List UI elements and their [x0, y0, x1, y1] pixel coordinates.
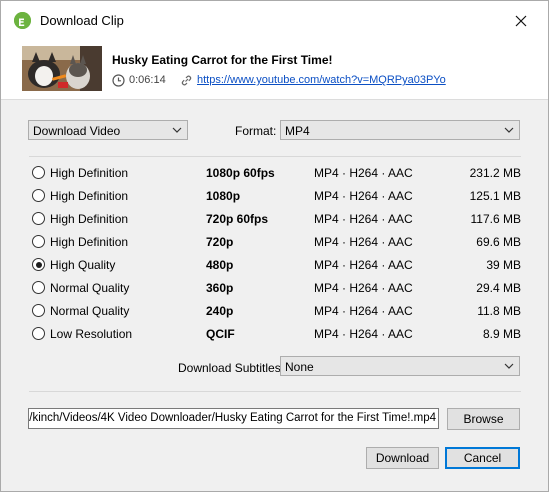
- subtitles-value: None: [285, 360, 314, 374]
- codec-info: MP4 · H264 · AAC: [314, 189, 413, 203]
- subtitles-label: Download Subtitles:: [178, 361, 285, 375]
- quality-option-row[interactable]: Low Resolution QCIF MP4 · H264 · AAC 8.9 MB: [29, 322, 523, 345]
- download-clip-dialog: Download Clip Husky Eating Carrot for th…: [0, 0, 549, 492]
- quality-name: High Definition: [50, 235, 129, 249]
- video-title: Husky Eating Carrot for the First Time!: [112, 53, 333, 67]
- close-icon: [515, 15, 527, 27]
- quality-radio[interactable]: [32, 258, 45, 271]
- codec-info: MP4 · H264 · AAC: [314, 304, 413, 318]
- codec-info: MP4 · H264 · AAC: [314, 258, 413, 272]
- quality-option-row[interactable]: Normal Quality 240p MP4 · H264 · AAC 11.8 M…: [29, 299, 523, 322]
- codec-info: MP4 · H264 · AAC: [314, 327, 413, 341]
- chevron-down-icon: [172, 127, 182, 133]
- app-logo-icon: [14, 12, 31, 29]
- file-size: 69.6 MB: [476, 235, 521, 249]
- codec-info: MP4 · H264 · AAC: [314, 166, 413, 180]
- quality-option-row[interactable]: Normal Quality 360p MP4 · H264 · AAC 29.4 M…: [29, 276, 523, 299]
- file-size: 8.9 MB: [482, 327, 521, 341]
- close-button[interactable]: [501, 7, 541, 35]
- chevron-down-icon: [504, 363, 514, 369]
- resolution: QCIF: [206, 327, 235, 341]
- quality-name: High Definition: [50, 189, 129, 203]
- quality-option-row[interactable]: High Definition 1080p MP4 · H264 · AAC 125.…: [29, 184, 523, 207]
- quality-option-row[interactable]: High Definition 1080p 60fps MP4 · H264 · A…: [29, 161, 523, 184]
- file-size: 39 MB: [486, 258, 521, 272]
- file-size: 11.8 MB: [477, 304, 521, 318]
- window-title: Download Clip: [40, 13, 124, 28]
- quality-radio[interactable]: [32, 304, 45, 317]
- video-url-link[interactable]: https://www.youtube.com/watch?v=MQRPya03…: [197, 74, 446, 86]
- quality-radio[interactable]: [32, 166, 45, 179]
- quality-name: Normal Quality: [50, 304, 130, 318]
- title-bar: Download Clip: [1, 1, 548, 41]
- resolution: 720p: [206, 235, 234, 249]
- resolution: 1080p 60fps: [206, 166, 275, 180]
- format-label: Format:: [235, 124, 277, 138]
- download-button[interactable]: Download: [366, 447, 439, 469]
- link-icon: [181, 75, 192, 86]
- quality-name: High Quality: [50, 258, 116, 272]
- quality-name: High Definition: [50, 212, 129, 226]
- download-mode-select[interactable]: Download Video: [28, 120, 188, 140]
- quality-option-row[interactable]: High Quality 480p MP4 · H264 · AAC 39 MB: [29, 253, 523, 276]
- quality-name: High Definition: [50, 166, 129, 180]
- chevron-down-icon: [504, 127, 514, 133]
- browse-button[interactable]: Browse: [447, 408, 520, 430]
- video-duration: 0:06:14: [129, 74, 166, 86]
- quality-name: Low Resolution: [50, 327, 133, 341]
- download-mode-value: Download Video: [33, 124, 121, 138]
- resolution: 240p: [206, 304, 234, 318]
- file-size: 117.6 MB: [470, 212, 521, 226]
- quality-option-row[interactable]: High Definition 720p 60fps MP4 · H264 · AA…: [29, 207, 523, 230]
- codec-info: MP4 · H264 · AAC: [314, 212, 413, 226]
- video-thumbnail: [22, 46, 102, 91]
- resolution: 720p 60fps: [206, 212, 269, 226]
- resolution: 480p: [206, 258, 234, 272]
- resolution: 1080p: [206, 189, 241, 203]
- quality-name: Normal Quality: [50, 281, 130, 295]
- quality-radio[interactable]: [32, 189, 45, 202]
- quality-option-row[interactable]: High Definition 720p MP4 · H264 · AAC 69.6 …: [29, 230, 523, 253]
- file-size: 125.1 MB: [469, 189, 521, 203]
- quality-radio[interactable]: [32, 327, 45, 340]
- format-select[interactable]: MP4: [280, 120, 520, 140]
- file-size: 29.4 MB: [476, 281, 521, 295]
- cancel-button[interactable]: Cancel: [445, 447, 520, 469]
- codec-info: MP4 · H264 · AAC: [314, 281, 413, 295]
- save-path-value: C:/Users/kinch/Videos/4K Video Downloade…: [28, 412, 436, 424]
- subtitles-select[interactable]: None: [280, 356, 520, 376]
- clock-icon: [112, 74, 125, 87]
- separator: [29, 156, 521, 157]
- codec-info: MP4 · H264 · AAC: [314, 235, 413, 249]
- format-value: MP4: [285, 124, 310, 138]
- resolution: 360p: [206, 281, 234, 295]
- quality-radio[interactable]: [32, 235, 45, 248]
- video-header: Husky Eating Carrot for the First Time! …: [1, 41, 548, 100]
- file-size: 231.2 MB: [469, 166, 521, 180]
- quality-radio[interactable]: [32, 281, 45, 294]
- separator: [29, 391, 521, 392]
- save-path-input[interactable]: C:/Users/kinch/Videos/4K Video Downloade…: [28, 408, 439, 429]
- quality-radio[interactable]: [32, 212, 45, 225]
